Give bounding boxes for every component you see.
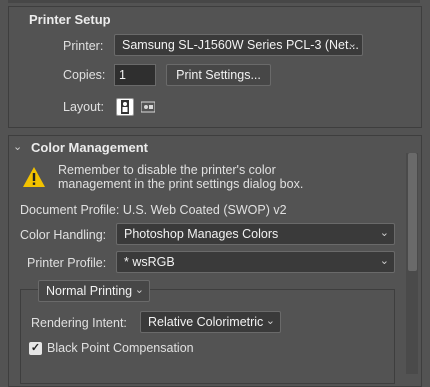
warning-icon bbox=[22, 166, 46, 193]
print-settings-button[interactable]: Print Settings... bbox=[166, 64, 271, 86]
printing-mode-value: Normal Printing bbox=[46, 284, 133, 298]
color-handling-dropdown[interactable]: Photoshop Manages Colors ⌄ bbox=[116, 223, 395, 245]
portrait-layout-icon[interactable] bbox=[116, 98, 134, 116]
chevron-down-icon: ⌄ bbox=[134, 284, 144, 296]
landscape-layout-icon[interactable] bbox=[139, 98, 157, 116]
rendering-group bbox=[20, 289, 395, 384]
printer-profile-dropdown[interactable]: * wsRGB ⌄ bbox=[116, 251, 395, 273]
top-edge bbox=[8, 0, 420, 3]
black-point-label: Black Point Compensation bbox=[47, 341, 194, 355]
copies-label: Copies: bbox=[63, 68, 106, 82]
chevron-down-icon: ⌄ bbox=[265, 315, 275, 327]
printer-setup-title: Printer Setup bbox=[29, 12, 111, 27]
color-handling-value: Photoshop Manages Colors bbox=[124, 227, 279, 241]
rendering-intent-label: Rendering Intent: bbox=[31, 316, 127, 330]
collapse-chevron-icon[interactable]: ⌄ bbox=[13, 140, 22, 153]
warning-line-2: management in the print settings dialog … bbox=[58, 177, 304, 191]
printer-label: Printer: bbox=[63, 39, 104, 53]
color-management-title: Color Management bbox=[31, 140, 149, 155]
chevron-down-icon: ⌄ bbox=[379, 255, 389, 267]
black-point-checkbox[interactable]: ✓ bbox=[29, 342, 42, 355]
printer-profile-label: Printer Profile: bbox=[27, 256, 107, 270]
chevron-down-icon: ⌄ bbox=[347, 38, 357, 50]
rendering-intent-dropdown[interactable]: Relative Colorimetric ⌄ bbox=[140, 311, 281, 333]
layout-label: Layout: bbox=[63, 100, 105, 114]
rendering-intent-value: Relative Colorimetric bbox=[148, 315, 264, 329]
chevron-down-icon: ⌄ bbox=[379, 227, 389, 239]
color-handling-label: Color Handling: bbox=[20, 228, 107, 242]
printer-dropdown[interactable]: Samsung SL-J1560W Series PCL-3 (Net... ⌄ bbox=[114, 34, 363, 56]
warning-line-1: Remember to disable the printer's color bbox=[58, 163, 276, 177]
copies-input[interactable]: 1 bbox=[114, 64, 156, 86]
document-profile-label: Document Profile: U.S. Web Coated (SWOP)… bbox=[20, 203, 287, 217]
printer-value: Samsung SL-J1560W Series PCL-3 (Net... bbox=[122, 38, 359, 52]
printing-mode-dropdown[interactable]: Normal Printing ⌄ bbox=[38, 280, 150, 302]
scrollbar-thumb[interactable] bbox=[408, 153, 417, 271]
printer-profile-value: * wsRGB bbox=[124, 255, 175, 269]
